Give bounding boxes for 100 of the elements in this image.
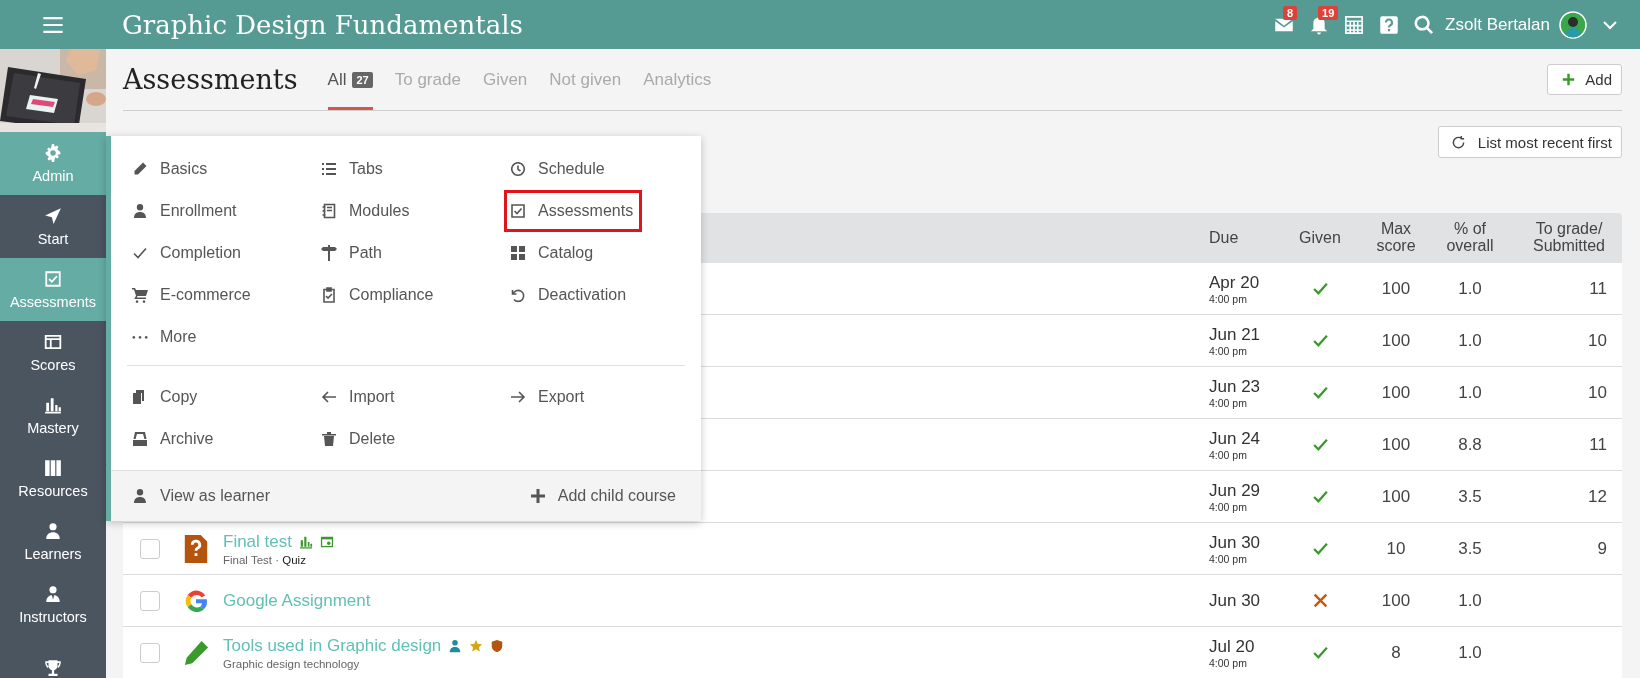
sidebar-item[interactable]: Mastery (0, 384, 106, 447)
list-icon (321, 161, 337, 177)
menu-item[interactable]: Delete (315, 418, 405, 460)
checkbox[interactable] (140, 538, 160, 559)
shield-icon (490, 638, 505, 653)
table-cell: 100 (1381, 486, 1411, 507)
clock-icon (510, 161, 526, 177)
table-cell: 1.0 (1458, 590, 1482, 611)
sidebar-item[interactable]: Resources (0, 447, 106, 510)
menu-item[interactable]: Copy (126, 376, 207, 418)
tab[interactable]: All 27 (327, 49, 373, 110)
table-cell: 8 (1391, 642, 1401, 663)
due-date: Jun 24 (1209, 428, 1262, 449)
table-cell: 8.8 (1458, 434, 1482, 455)
sidebar-item[interactable]: Start (0, 195, 106, 258)
person-icon (132, 203, 148, 219)
assessment-subtitle: Graphic design technology (223, 657, 361, 670)
trophy-icon (44, 658, 62, 677)
notebook-icon (321, 203, 337, 219)
search-icon[interactable] (1414, 14, 1435, 35)
menu-item[interactable]: Deactivation (504, 274, 636, 316)
menu-item[interactable]: Tabs (315, 148, 392, 190)
checkbox-icon (44, 269, 62, 288)
plus-icon (529, 488, 546, 504)
table-cell: 1.0 (1458, 642, 1482, 663)
menu-item[interactable]: E-commerce (126, 274, 260, 316)
checkbox[interactable] (140, 642, 160, 663)
due-time: 4:00 pm (1209, 552, 1248, 565)
column-header[interactable]: Given (1280, 229, 1360, 247)
trash-icon (321, 431, 337, 447)
menu-item[interactable]: View as learner (126, 475, 279, 517)
due-date: Jun 21 (1209, 324, 1262, 345)
arrow-left-icon (321, 389, 337, 405)
table-cell: 12 (1588, 486, 1607, 507)
checkbox-icon (510, 203, 526, 219)
table-cell: 11 (1589, 278, 1607, 299)
column-header[interactable]: Due (1195, 229, 1280, 247)
sidebar-item[interactable]: Instructors (0, 573, 106, 636)
course-title: Graphic Design Fundamentals (122, 9, 523, 40)
menu-item[interactable]: Assessments (504, 190, 643, 232)
person-tie-icon (44, 584, 62, 603)
table-cell: 1.0 (1458, 330, 1482, 351)
menu-item[interactable]: More (126, 316, 206, 358)
star-icon (469, 638, 484, 653)
checkbox[interactable] (140, 590, 160, 611)
notification-count: 19 (1318, 5, 1339, 20)
menu-item[interactable]: Archive (126, 418, 223, 460)
table-cell: 100 (1381, 382, 1411, 403)
calendar-icon[interactable] (1344, 14, 1365, 35)
table-icon (44, 332, 62, 351)
due-date: Jun 23 (1209, 376, 1262, 397)
refresh-icon (1450, 134, 1466, 150)
gear-icon (44, 143, 62, 162)
person-icon (448, 638, 463, 653)
grid-icon (510, 245, 526, 261)
column-header[interactable]: To grade/ Submitted (1508, 221, 1622, 255)
menu-item[interactable]: Add child course (523, 475, 685, 517)
menu-item[interactable]: Import (315, 376, 404, 418)
pencil-icon (183, 638, 209, 667)
sort-button[interactable]: List most recent first (1437, 126, 1622, 158)
table-cell: 9 (1597, 538, 1607, 559)
menu-item[interactable]: Enrollment (126, 190, 246, 232)
table-cell: 1.0 (1458, 382, 1482, 403)
table-cell: 10 (1588, 382, 1607, 403)
due-date: Jun 30 (1209, 590, 1262, 611)
table-cell: 100 (1381, 434, 1411, 455)
page-title: Assessments (123, 64, 298, 95)
bar-chart-icon (44, 395, 62, 414)
table-cell: 100 (1381, 278, 1411, 299)
table-cell: 3.5 (1458, 538, 1482, 559)
table-cell: 1.0 (1458, 278, 1482, 299)
plus-icon (1562, 73, 1576, 86)
avatar[interactable] (1559, 10, 1587, 39)
due-time: 4:00 pm (1209, 292, 1248, 305)
column-header[interactable]: Max score (1360, 221, 1432, 255)
table-cell: 100 (1381, 590, 1411, 611)
sidebar-item[interactable]: Learners (0, 510, 106, 573)
rotate-icon (510, 287, 526, 303)
due-date: Apr 20 (1209, 272, 1261, 293)
menu-item[interactable]: Compliance (315, 274, 443, 316)
sidebar-item[interactable]: Scores (0, 321, 106, 384)
menu-item[interactable]: Export (504, 376, 594, 418)
notification-count: 8 (1283, 5, 1298, 20)
due-date: Jun 29 (1209, 480, 1262, 501)
column-header[interactable]: % of overall (1432, 221, 1508, 255)
menu-item[interactable]: Modules (315, 190, 419, 232)
pencil-icon (132, 161, 148, 177)
add-button[interactable]: Add (1547, 64, 1622, 95)
due-time: 4:00 pm (1209, 396, 1248, 409)
menu-item[interactable]: Schedule (504, 148, 614, 190)
table-row[interactable]: Tools used in Graphic design Graphic design technology Jul 20 4:00 pm 8 1.0 (123, 627, 1622, 678)
table-row[interactable]: Final test Final Test · Quiz Jun 30 4:00 pm 10 3.5 9 (123, 523, 1622, 575)
due-time: 4:00 pm (1209, 500, 1248, 513)
help-icon[interactable] (1379, 14, 1400, 35)
menu-item[interactable]: Basics (126, 148, 217, 190)
table-cell: 10 (1588, 330, 1607, 351)
books-icon (44, 458, 62, 477)
table-row[interactable]: Google Assignment Jun 30 100 1.0 (123, 575, 1622, 627)
check-icon (132, 245, 148, 261)
question-document-icon (183, 534, 209, 563)
